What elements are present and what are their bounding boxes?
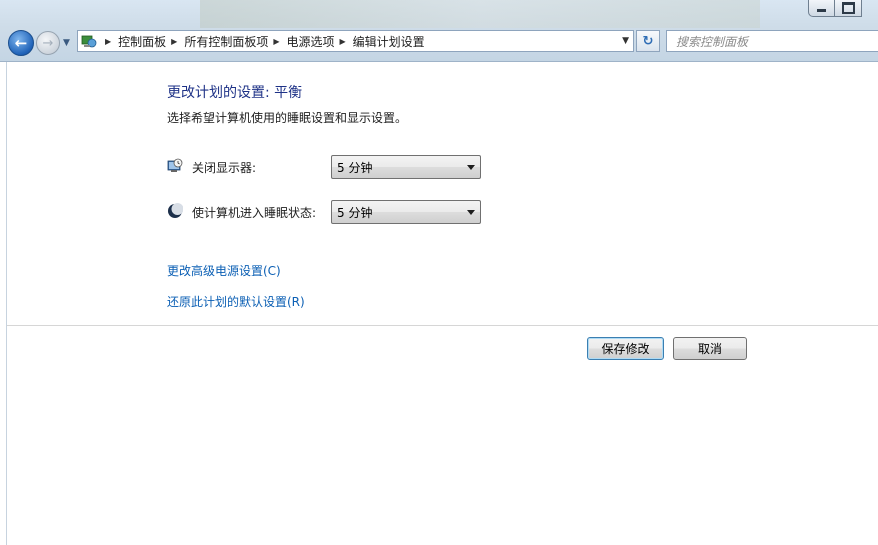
search-input[interactable]: 搜索控制面板 <box>666 30 878 52</box>
arrow-right-icon: → <box>42 35 54 51</box>
title-bar-background <box>200 0 760 28</box>
page-title: 更改计划的设置: 平衡 <box>167 85 303 101</box>
sleep-setting: 使计算机进入睡眠状态: 5 分钟 <box>167 200 487 224</box>
arrow-left-icon: ← <box>14 34 28 52</box>
refresh-icon: ↻ <box>642 33 654 49</box>
breadcrumb-separator-icon[interactable]: ▶ <box>340 37 346 46</box>
monitor-clock-icon <box>167 158 183 174</box>
address-bar[interactable]: ▶ 控制面板 ▶ 所有控制面板项 ▶ 电源选项 ▶ 编辑计划设置 ▼ <box>77 30 634 52</box>
breadcrumb-power-options[interactable]: 电源选项 <box>287 33 335 50</box>
advanced-power-settings-link[interactable]: 更改高级电源设置(C) <box>167 262 281 279</box>
display-off-setting: 关闭显示器: 5 分钟 <box>167 155 487 179</box>
display-off-label: 关闭显示器: <box>192 161 257 175</box>
forward-button[interactable]: → <box>36 31 60 55</box>
save-button[interactable]: 保存修改 <box>587 337 664 360</box>
control-panel-icon <box>78 31 100 51</box>
sleep-select[interactable]: 5 分钟 <box>331 200 481 224</box>
sleep-label: 使计算机进入睡眠状态: <box>192 206 317 220</box>
breadcrumb-control-panel[interactable]: 控制面板 <box>118 33 166 50</box>
breadcrumb-all-items[interactable]: 所有控制面板项 <box>184 33 268 50</box>
address-dropdown-icon[interactable]: ▼ <box>622 36 629 46</box>
cancel-button[interactable]: 取消 <box>673 337 747 360</box>
display-off-select[interactable]: 5 分钟 <box>331 155 481 179</box>
chevron-down-icon <box>467 165 475 170</box>
moon-icon <box>167 203 184 219</box>
divider <box>7 325 878 326</box>
breadcrumb-edit-plan[interactable]: 编辑计划设置 <box>353 33 425 50</box>
chevron-down-icon <box>467 210 475 215</box>
breadcrumb-separator-icon[interactable]: ▶ <box>105 37 111 46</box>
window-controls <box>808 0 862 18</box>
sleep-value: 5 分钟 <box>337 205 373 220</box>
content-pane: 更改计划的设置: 平衡 选择希望计算机使用的睡眠设置和显示设置。 关闭显示器: … <box>6 62 878 545</box>
search-placeholder: 搜索控制面板 <box>676 34 749 49</box>
restore-defaults-link[interactable]: 还原此计划的默认设置(R) <box>167 293 305 310</box>
minimize-button[interactable] <box>808 0 835 17</box>
breadcrumb-separator-icon[interactable]: ▶ <box>273 37 279 46</box>
page-subtitle: 选择希望计算机使用的睡眠设置和显示设置。 <box>167 111 408 125</box>
maximize-button[interactable] <box>835 0 862 17</box>
recent-pages-button[interactable]: ▼ <box>63 38 73 48</box>
breadcrumb-separator-icon[interactable]: ▶ <box>171 37 177 46</box>
window-chrome: ← → ▼ ▶ 控制面板 ▶ 所有控制面板项 ▶ 电源选项 ▶ 编辑计划设置 ▼… <box>0 0 878 62</box>
back-button[interactable]: ← <box>8 30 34 56</box>
refresh-button[interactable]: ↻ <box>636 30 660 52</box>
display-off-value: 5 分钟 <box>337 160 373 175</box>
